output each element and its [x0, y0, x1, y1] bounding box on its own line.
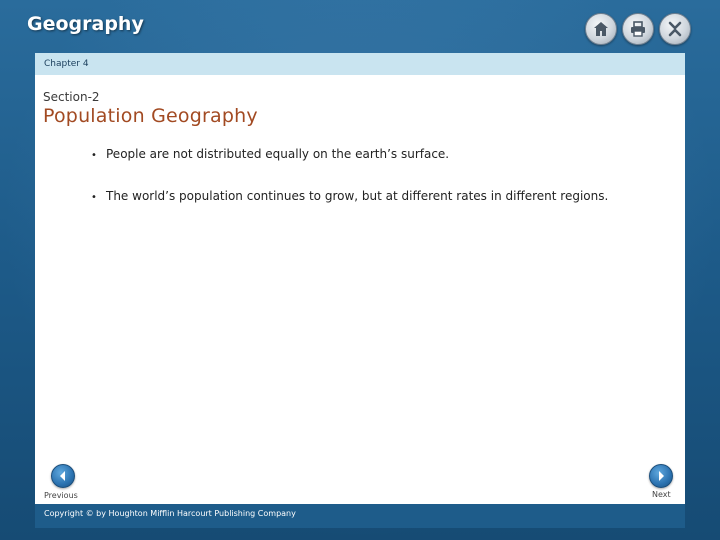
- bullet-text: The world’s population continues to grow…: [106, 189, 609, 203]
- arrow-left-icon: [60, 471, 65, 481]
- chapter-bar: Chapter 4: [35, 53, 685, 75]
- home-icon: [594, 22, 608, 36]
- next-label[interactable]: Next: [652, 490, 671, 499]
- bullet-item: • People are not distributed equally on t…: [91, 147, 449, 161]
- bullet-text: People are not distributed equally on th…: [106, 147, 450, 161]
- bullet-item: • The world’s population continues to gro…: [91, 189, 608, 203]
- print-button[interactable]: [622, 13, 654, 45]
- slide-content: Section-2 Population Geography • People a…: [35, 75, 685, 504]
- previous-button[interactable]: [51, 464, 75, 488]
- home-button[interactable]: [585, 13, 617, 45]
- section-label: Section-2: [43, 90, 100, 104]
- toolbar: [585, 13, 691, 45]
- close-button[interactable]: [659, 13, 691, 45]
- previous-label[interactable]: Previous: [44, 491, 78, 500]
- bullet-dot: •: [91, 192, 97, 203]
- copyright-footer: Copyright © by Houghton Mifflin Harcourt…: [35, 504, 685, 528]
- bullet-dot: •: [91, 150, 97, 161]
- app-title: Geography: [27, 13, 144, 35]
- close-icon: [668, 21, 682, 37]
- next-button[interactable]: [649, 464, 673, 488]
- section-title: Population Geography: [43, 105, 258, 127]
- arrow-right-icon: [659, 471, 664, 481]
- printer-icon: [631, 21, 645, 37]
